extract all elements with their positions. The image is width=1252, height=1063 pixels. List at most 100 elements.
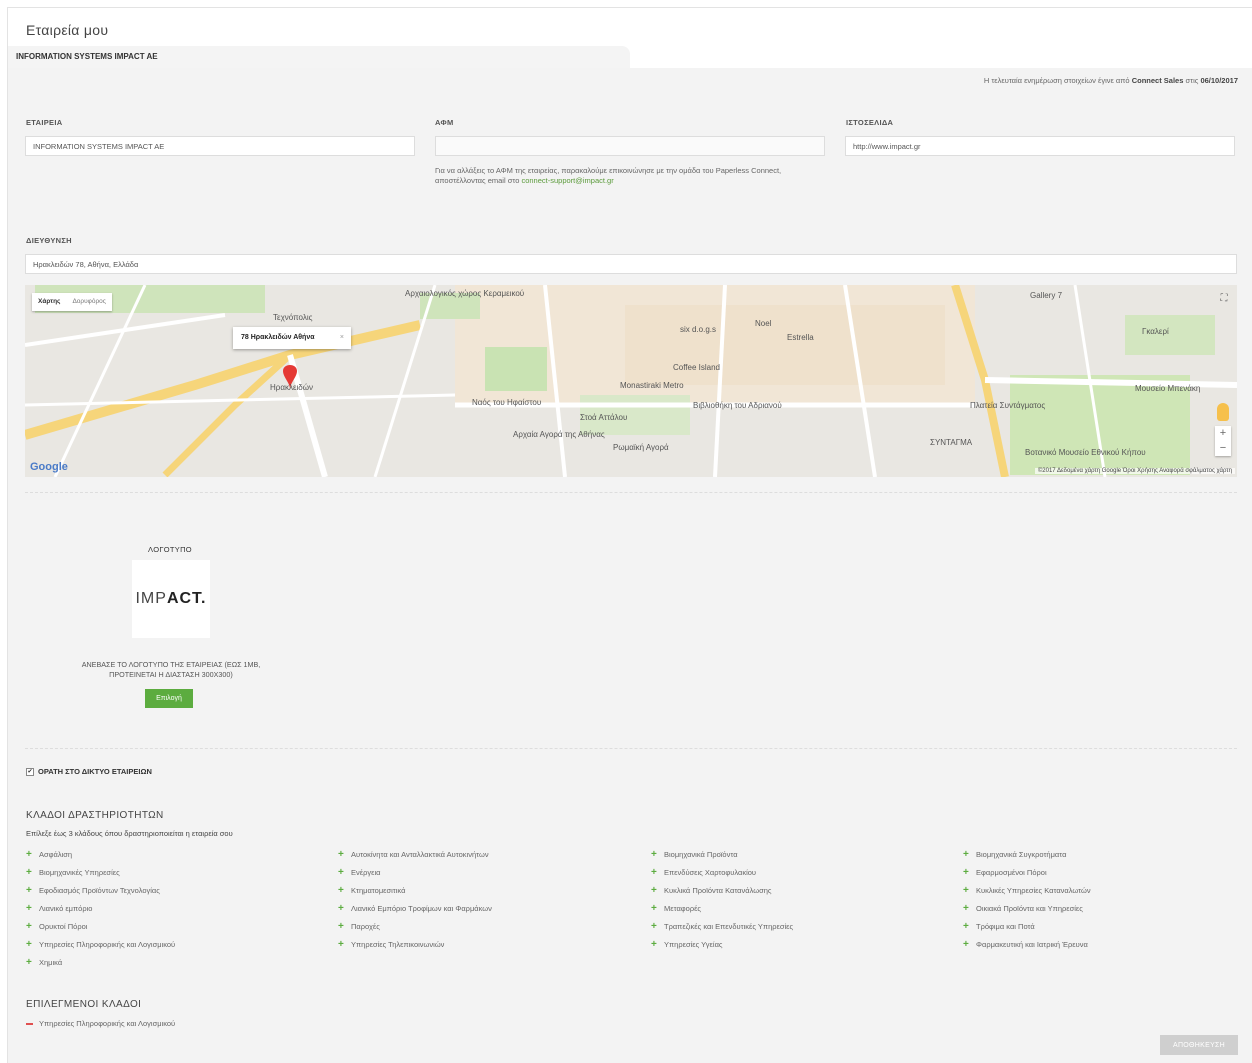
logo-brand-bold: ACT. bbox=[166, 590, 207, 607]
support-email-link[interactable]: connect-support@impact.gr bbox=[521, 176, 613, 185]
sector-item[interactable]: + Ενέργεια bbox=[338, 864, 492, 882]
google-logo: Google bbox=[30, 461, 68, 473]
add-icon[interactable]: + bbox=[338, 867, 346, 878]
logo-title: ΛΟΓΟΤΥΠΟ bbox=[148, 545, 192, 554]
sector-item[interactable]: + Λιανικό Εμπόριο Τροφίμων και Φαρμάκων bbox=[338, 900, 492, 918]
company-logo-preview: IMP ACT. bbox=[132, 560, 210, 638]
add-icon[interactable]: + bbox=[651, 921, 659, 932]
add-icon[interactable]: + bbox=[338, 885, 346, 896]
choose-logo-button[interactable]: Επιλογή bbox=[145, 689, 193, 708]
add-icon[interactable]: + bbox=[26, 903, 34, 914]
map-poi: Αρχαιολογικός χώρος Κεραμεικού bbox=[405, 289, 525, 298]
sector-item[interactable]: + Εφαρμοσμένοι Πόροι bbox=[963, 864, 1091, 882]
address-input[interactable] bbox=[25, 254, 1237, 274]
map-poi: Coffee Island bbox=[673, 363, 720, 372]
section-divider bbox=[25, 748, 1237, 749]
map-type-toggle: Χάρτης Δορυφόρος bbox=[32, 293, 112, 311]
sector-item[interactable]: + Βιομηχανικά Προϊόντα bbox=[651, 846, 793, 864]
sector-item[interactable]: + Υπηρεσίες Τηλεπικοινωνιών bbox=[338, 935, 492, 953]
street-view-pegman-icon[interactable] bbox=[1217, 403, 1229, 421]
website-label: ΙΣΤΟΣΕΛΙΔΑ bbox=[846, 118, 894, 127]
add-icon[interactable]: + bbox=[963, 903, 971, 914]
marker-info-window: 78 Ηρακλειδών Αθήνα × bbox=[233, 327, 351, 349]
sector-item[interactable]: + Λιανικό εμπόριο bbox=[26, 900, 175, 918]
add-icon[interactable]: + bbox=[26, 921, 34, 932]
company-label: ΕΤΑΙΡΕΙΑ bbox=[26, 118, 63, 127]
sector-item[interactable]: + Ασφάλιση bbox=[26, 846, 175, 864]
network-visibility-row[interactable]: ✔ ΟΡΑΤΗ ΣΤΟ ΔΙΚΤΥΟ ΕΤΑΙΡΕΙΩΝ bbox=[26, 767, 152, 776]
add-icon[interactable]: + bbox=[26, 939, 34, 950]
add-icon[interactable]: + bbox=[26, 885, 34, 896]
sector-item[interactable]: + Αυτοκίνητα και Ανταλλακτικά Αυτοκινήτων bbox=[338, 846, 492, 864]
company-name-input[interactable] bbox=[25, 136, 415, 156]
add-icon[interactable]: + bbox=[963, 849, 971, 860]
company-tab-label: INFORMATION SYSTEMS IMPACT AE bbox=[16, 52, 158, 61]
marker-address-label: 78 Ηρακλειδών Αθήνα bbox=[241, 334, 315, 341]
sector-column-3: + Βιομηχανικά Προϊόντα + Επενδύσεις Χαρτοφ… bbox=[651, 846, 793, 953]
sector-item[interactable]: + Υπηρεσίες Πληροφορικής και Λογισμικού bbox=[26, 935, 175, 953]
afm-label: ΑΦΜ bbox=[435, 118, 454, 127]
add-icon[interactable]: + bbox=[651, 903, 659, 914]
zoom-control: + − bbox=[1215, 426, 1231, 456]
sector-item[interactable]: + Βιομηχανικά Συγκροτήματα bbox=[963, 846, 1091, 864]
sector-item[interactable]: + Παροχές bbox=[338, 918, 492, 936]
selected-sector-item[interactable]: Υπηρεσίες Πληροφορικής και Λογισμικού bbox=[26, 1019, 175, 1028]
sector-item[interactable]: + Χημικά bbox=[26, 953, 175, 971]
map-poi: Στοά Αττάλου bbox=[580, 413, 628, 422]
address-map[interactable]: Αρχαιολογικός χώρος Κεραμεικού Τεχνόπολι… bbox=[25, 285, 1237, 477]
add-icon[interactable]: + bbox=[963, 921, 971, 932]
map-poi: Βιβλιοθήκη του Αδριανού bbox=[693, 401, 782, 410]
add-icon[interactable]: + bbox=[651, 849, 659, 860]
sector-item[interactable]: + Υπηρεσίες Υγείας bbox=[651, 935, 793, 953]
remove-icon[interactable] bbox=[26, 1022, 33, 1025]
fullscreen-icon[interactable]: ⛶ bbox=[1216, 291, 1232, 307]
add-icon[interactable]: + bbox=[338, 849, 346, 860]
map-poi: six d.o.g.s bbox=[680, 325, 717, 334]
sectors-instructions: Επίλεξε έως 3 κλάδους όπου δραστηριοποιε… bbox=[26, 829, 233, 838]
add-icon[interactable]: + bbox=[26, 957, 34, 968]
afm-input[interactable] bbox=[435, 136, 825, 156]
sector-item[interactable]: + Τραπεζικές και Επενδυτικές Υπηρεσίες bbox=[651, 918, 793, 936]
zoom-in-icon[interactable]: + bbox=[1215, 426, 1231, 441]
sector-item[interactable]: + Κυκλικά Προϊόντα Κατανάλωσης bbox=[651, 882, 793, 900]
map-poi: Ηρακλειδών bbox=[270, 383, 313, 392]
sector-item[interactable]: + Μεταφορές bbox=[651, 900, 793, 918]
satellite-view-button[interactable]: Δορυφόρος bbox=[66, 293, 111, 311]
network-visibility-checkbox[interactable]: ✔ bbox=[26, 767, 34, 776]
map-view-button[interactable]: Χάρτης bbox=[32, 293, 66, 311]
add-icon[interactable]: + bbox=[651, 939, 659, 950]
sector-item[interactable]: + Εφοδιασμός Προϊόντων Τεχνολογίας bbox=[26, 882, 175, 900]
map-poi: Πλατεία Συντάγματος bbox=[970, 401, 1046, 410]
sector-item[interactable]: + Φαρμακευτική και Ιατρική Έρευνα bbox=[963, 935, 1091, 953]
sector-column-2: + Αυτοκίνητα και Ανταλλακτικά Αυτοκινήτων… bbox=[338, 846, 492, 953]
add-icon[interactable]: + bbox=[963, 885, 971, 896]
add-icon[interactable]: + bbox=[651, 885, 659, 896]
map-poi: Monastiraki Metro bbox=[620, 381, 684, 390]
sector-item[interactable]: + Επενδύσεις Χαρτοφυλακίου bbox=[651, 864, 793, 882]
add-icon[interactable]: + bbox=[963, 939, 971, 950]
map-poi: Γκαλερί bbox=[1142, 327, 1169, 336]
zoom-out-icon[interactable]: − bbox=[1215, 441, 1231, 456]
close-icon[interactable]: × bbox=[340, 327, 344, 349]
sector-item[interactable]: + Κτηματομεσιτικά bbox=[338, 882, 492, 900]
sector-item[interactable]: + Τρόφιμα και Ποτά bbox=[963, 918, 1091, 936]
add-icon[interactable]: + bbox=[338, 921, 346, 932]
add-icon[interactable]: + bbox=[338, 903, 346, 914]
sector-item[interactable]: + Βιομηχανικές Υπηρεσίες bbox=[26, 864, 175, 882]
add-icon[interactable]: + bbox=[26, 849, 34, 860]
map-poi: Βοτανικό Μουσείο Εθνικού Κήπου bbox=[1025, 448, 1146, 457]
map-poi: Gallery 7 bbox=[1030, 291, 1063, 300]
add-icon[interactable]: + bbox=[651, 867, 659, 878]
map-poi: ΣΥΝΤΑΓΜΑ bbox=[930, 438, 973, 447]
website-input[interactable] bbox=[845, 136, 1235, 156]
selected-sectors-title: ΕΠΙΛΕΓΜΕΝΟΙ ΚΛΑΔΟΙ bbox=[26, 999, 142, 1010]
add-icon[interactable]: + bbox=[26, 867, 34, 878]
sector-item[interactable]: + Ορυκτοί Πόροι bbox=[26, 918, 175, 936]
map-attribution[interactable]: ©2017 Δεδομένα χάρτη Google Όροι Χρήσης … bbox=[1034, 468, 1235, 474]
add-icon[interactable]: + bbox=[338, 939, 346, 950]
save-button[interactable]: ΑΠΟΘΗΚΕΥΣΗ bbox=[1160, 1035, 1238, 1055]
map-poi: Μουσείο Μπενάκη bbox=[1135, 384, 1201, 393]
sector-item[interactable]: + Κυκλικές Υπηρεσίες Καταναλωτών bbox=[963, 882, 1091, 900]
add-icon[interactable]: + bbox=[963, 867, 971, 878]
sector-item[interactable]: + Οικιακά Προϊόντα και Υπηρεσίες bbox=[963, 900, 1091, 918]
